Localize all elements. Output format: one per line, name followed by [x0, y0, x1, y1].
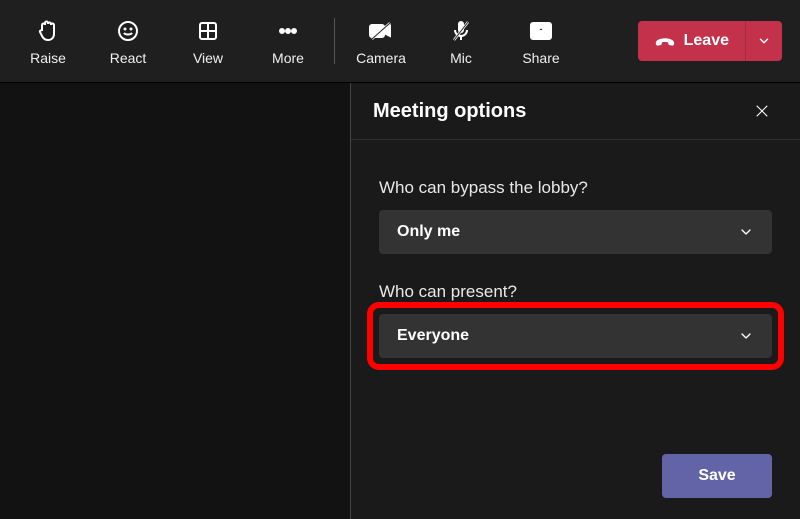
share-screen-icon [528, 16, 554, 46]
lobby-bypass-label: Who can bypass the lobby? [379, 178, 772, 198]
who-can-present-dropdown[interactable]: Everyone [379, 314, 772, 358]
meeting-options-panel: Meeting options Who can bypass the lobby… [350, 83, 800, 519]
hand-icon [36, 16, 60, 46]
react-button[interactable]: React [88, 11, 168, 71]
raise-hand-button[interactable]: Raise [8, 11, 88, 71]
smile-icon [116, 16, 140, 46]
lobby-bypass-value: Only me [397, 223, 460, 241]
leave-button[interactable]: Leave [638, 21, 745, 61]
mic-button[interactable]: Mic [421, 11, 501, 71]
share-label: Share [522, 50, 559, 66]
panel-title: Meeting options [373, 100, 526, 123]
leave-button-group: Leave [638, 21, 782, 61]
content-area: Meeting options Who can bypass the lobby… [0, 83, 800, 519]
chevron-down-icon [738, 328, 754, 344]
toolbar-separator [334, 18, 335, 64]
share-button[interactable]: Share [501, 11, 581, 71]
camera-button[interactable]: Camera [341, 11, 421, 71]
annotation-highlight: Everyone [367, 302, 784, 370]
mic-off-icon [449, 16, 473, 46]
more-button[interactable]: More [248, 11, 328, 71]
react-label: React [110, 50, 147, 66]
save-button[interactable]: Save [662, 454, 772, 498]
chevron-down-icon [757, 34, 771, 48]
close-panel-button[interactable] [750, 99, 774, 123]
chevron-down-icon [738, 224, 754, 240]
panel-header: Meeting options [351, 83, 800, 140]
mic-label: Mic [450, 50, 472, 66]
camera-label: Camera [356, 50, 406, 66]
raise-label: Raise [30, 50, 66, 66]
camera-off-icon [368, 16, 394, 46]
view-label: View [193, 50, 223, 66]
close-icon [753, 102, 771, 120]
more-label: More [272, 50, 304, 66]
view-button[interactable]: View [168, 11, 248, 71]
lobby-bypass-dropdown[interactable]: Only me [379, 210, 772, 254]
ellipsis-icon [276, 16, 300, 46]
hangup-icon [654, 30, 676, 52]
present-label: Who can present? [379, 282, 772, 302]
leave-options-button[interactable] [745, 21, 782, 61]
leave-label: Leave [684, 32, 729, 50]
grid-icon [196, 16, 220, 46]
meeting-toolbar: Raise React View [0, 0, 800, 83]
who-can-present-value: Everyone [397, 327, 469, 345]
